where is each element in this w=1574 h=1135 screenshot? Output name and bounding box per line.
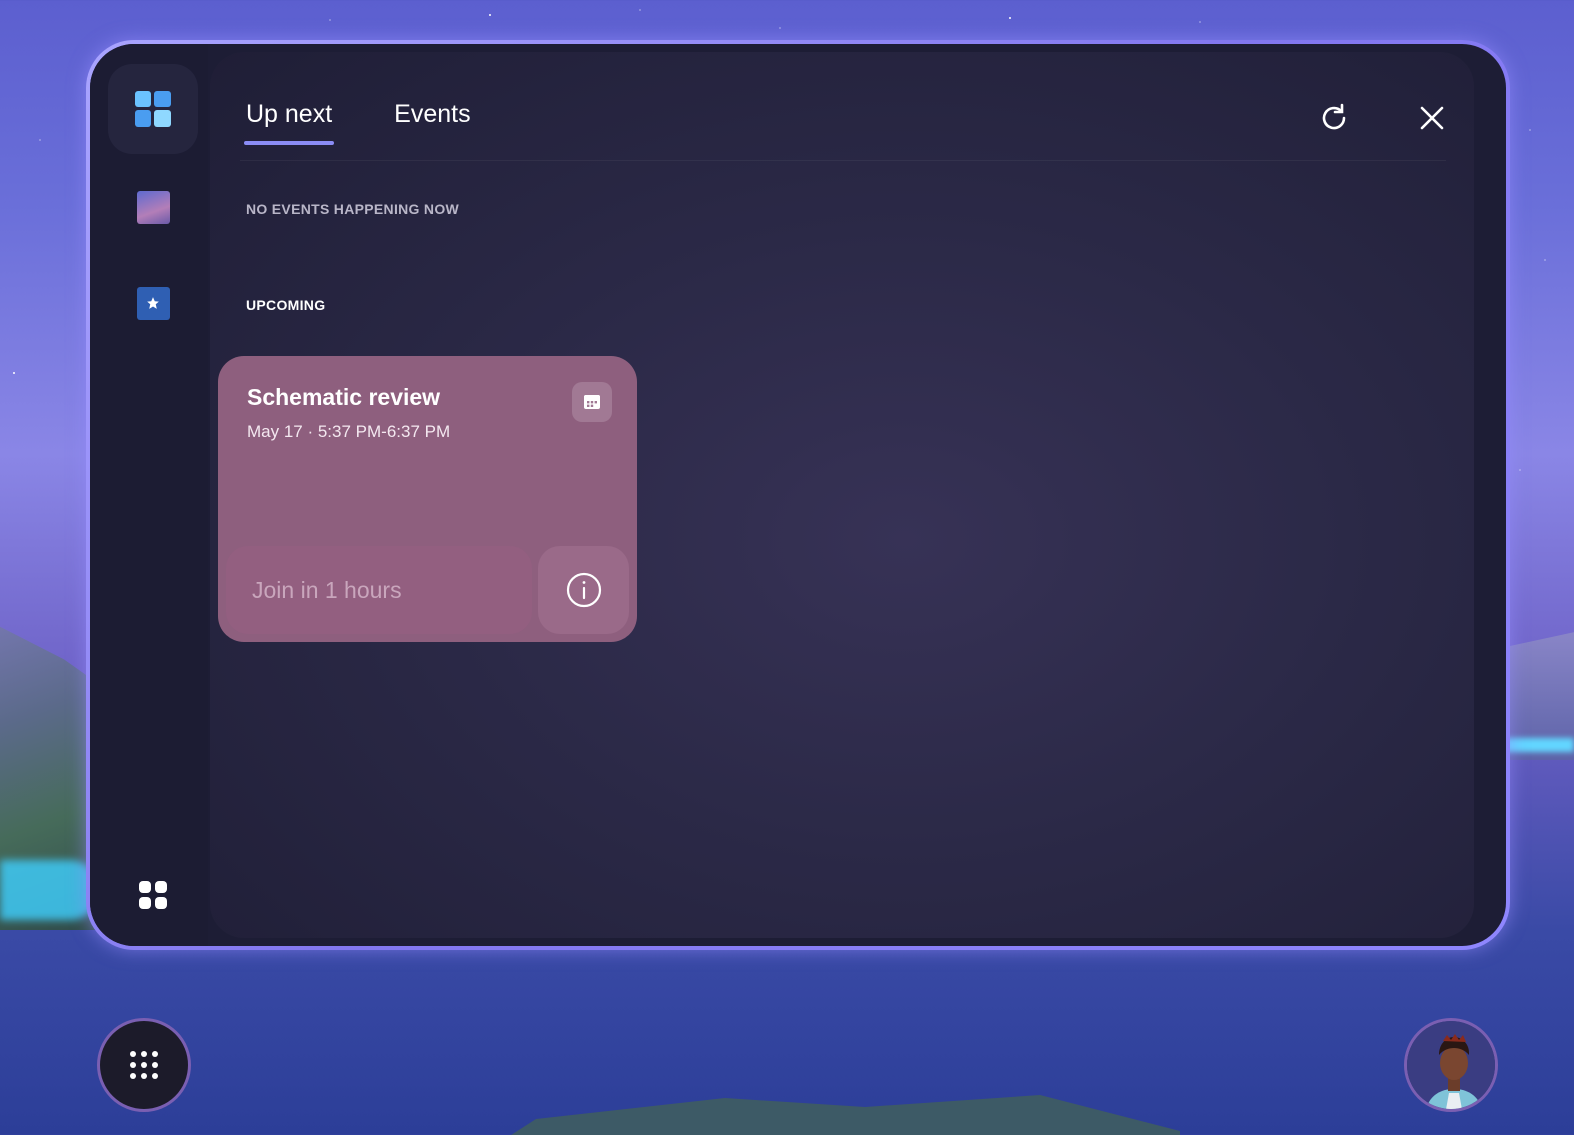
mesh-logo-button[interactable] xyxy=(108,64,198,154)
events-window-body: Up next Events NO EVENTS HAPPENING NOW U… xyxy=(90,44,1506,946)
refresh-button[interactable] xyxy=(1312,96,1356,140)
event-info-button[interactable] xyxy=(538,546,629,634)
mesh-logo-icon xyxy=(135,91,171,127)
favorites-star-icon xyxy=(136,286,170,320)
event-card[interactable]: Schematic review May 17 · 5:37 PM-6:37 P… xyxy=(218,356,637,642)
user-avatar[interactable] xyxy=(1404,1018,1498,1112)
tab-bar: Up next Events xyxy=(243,100,471,145)
app-launcher-button[interactable] xyxy=(97,1018,191,1112)
dot-grid-icon xyxy=(130,1051,158,1079)
right-water-glow xyxy=(1504,738,1574,752)
event-time: May 17 · 5:37 PM-6:37 PM xyxy=(247,422,451,441)
close-button[interactable] xyxy=(1410,96,1454,140)
events-window: Up next Events NO EVENTS HAPPENING NOW U… xyxy=(86,40,1510,950)
content-panel: Up next Events NO EVENTS HAPPENING NOW U… xyxy=(210,52,1474,938)
space-thumbnail-button[interactable] xyxy=(108,162,198,252)
left-water-glow xyxy=(0,860,100,920)
avatar-figure-icon xyxy=(1407,1021,1495,1109)
header-divider xyxy=(240,160,1446,161)
side-rail xyxy=(90,44,208,946)
refresh-icon xyxy=(1322,103,1346,130)
tab-events[interactable]: Events xyxy=(394,100,470,145)
space-thumbnail-icon xyxy=(136,190,170,224)
tab-up-next[interactable]: Up next xyxy=(243,100,335,145)
upcoming-label: UPCOMING xyxy=(246,297,326,313)
apps-grid-button[interactable] xyxy=(108,850,198,940)
apps-grid-icon xyxy=(139,881,167,909)
info-icon xyxy=(566,572,601,608)
calendar-button[interactable] xyxy=(572,382,612,422)
close-icon xyxy=(1420,106,1444,130)
favorites-button[interactable] xyxy=(108,258,198,348)
no-events-label: NO EVENTS HAPPENING NOW xyxy=(246,201,460,217)
ground-scenery xyxy=(480,1095,1180,1135)
calendar-icon xyxy=(584,395,600,409)
event-title: Schematic review xyxy=(247,384,441,410)
join-button[interactable]: Join in 1 hours xyxy=(226,546,532,634)
